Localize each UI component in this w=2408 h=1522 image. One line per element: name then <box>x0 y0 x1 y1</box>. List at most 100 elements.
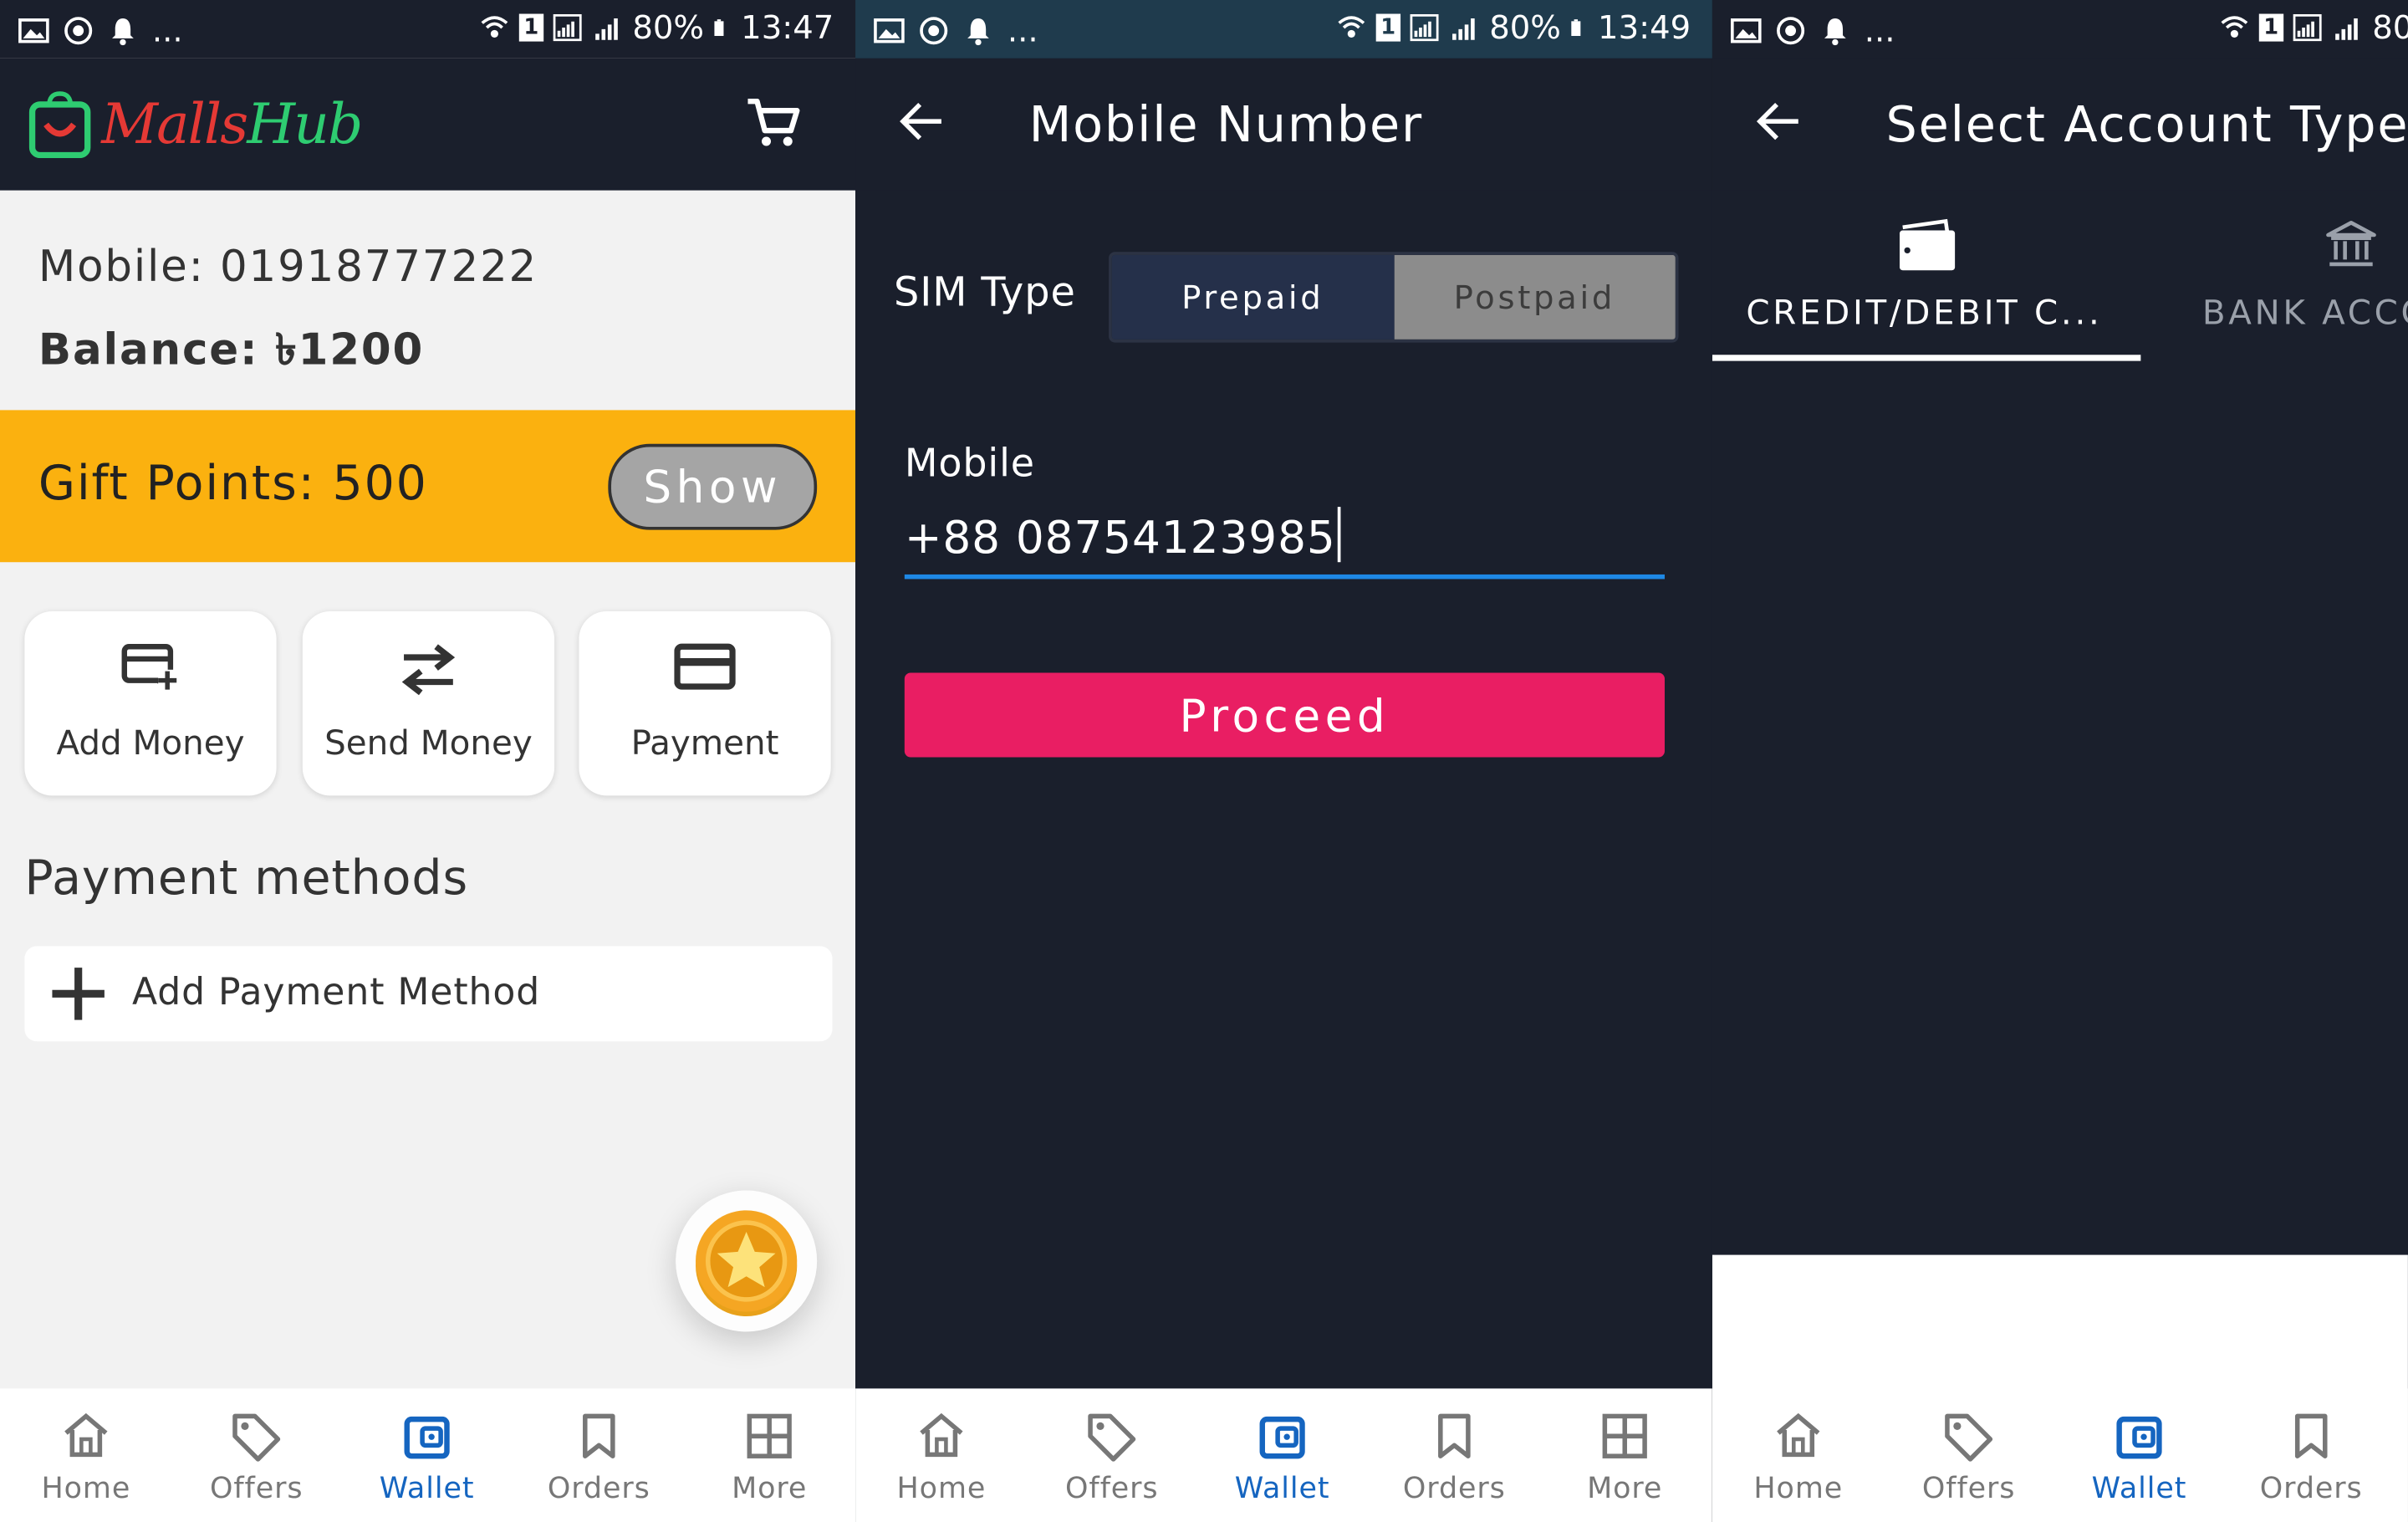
battery-icon <box>1572 19 1582 36</box>
nav-offers-label: Offers <box>209 1471 304 1505</box>
gift-points-value: 500 <box>332 456 428 512</box>
gift-points-label: Gift Points: <box>38 456 316 512</box>
home-icon <box>64 1412 108 1458</box>
app-bar: Mobile Number <box>855 58 1712 191</box>
tag-icon <box>1945 1413 1993 1462</box>
balance-value: ৳1200 <box>275 324 425 375</box>
home-icon <box>1777 1412 1820 1458</box>
tag-icon <box>232 1413 281 1462</box>
sync-notification-icon <box>920 17 948 45</box>
nav-wallet-label: Wallet <box>379 1471 475 1505</box>
sim-indicator: 1 <box>2258 13 2283 42</box>
bell-notification-icon <box>1824 18 1846 46</box>
nav-home[interactable]: Home <box>0 1388 172 1522</box>
select-account-type-screen: ... 1 80 Select Account Type CREDIT/DEBI… <box>1712 0 2408 1522</box>
mobile-value: 01918777222 <box>219 241 538 292</box>
tab-bank-account[interactable]: BANK ACCO <box>2140 191 2408 360</box>
sim-indicator: 1 <box>518 13 543 42</box>
balance-line: Balance: ৳1200 <box>38 316 424 388</box>
nav-orders[interactable]: Orders <box>1368 1388 1540 1522</box>
add-payment-method-button[interactable]: Add Payment Method <box>24 946 833 1042</box>
bell-notification-icon <box>112 18 134 46</box>
text-caret <box>1337 507 1341 563</box>
send-money-label: Send Money <box>324 724 533 764</box>
signal-bars-icon <box>2334 18 2358 40</box>
nav-more[interactable]: More <box>683 1388 855 1522</box>
nav-more-label: More <box>1587 1471 1663 1505</box>
wifi-calling-icon <box>1338 16 1365 38</box>
prepaid-option[interactable]: Prepaid <box>1111 254 1394 340</box>
grid-icon <box>747 1413 792 1458</box>
nav-more-label: More <box>732 1471 808 1505</box>
mobile-label: Mobile: <box>38 241 205 292</box>
sim-indicator: 1 <box>1375 13 1400 42</box>
nav-wallet[interactable]: Wallet <box>2053 1388 2226 1522</box>
battery-percent: 80% <box>1489 9 1561 47</box>
nav-orders[interactable]: Orders <box>2225 1388 2397 1522</box>
wifi-calling-icon <box>2221 16 2248 38</box>
more-notifications: ... <box>151 12 183 49</box>
nav-wallet-label: Wallet <box>1234 1471 1330 1505</box>
more-notifications: ... <box>1007 12 1038 49</box>
more-notifications: ... <box>1864 12 1895 49</box>
clock: 13:47 <box>741 9 834 47</box>
swap-arrows-icon <box>401 644 456 696</box>
tab-credit-debit-card[interactable]: CREDIT/DEBIT C... <box>1712 191 2140 360</box>
page-title: Mobile Number <box>1028 94 1424 154</box>
grid-icon <box>1602 1413 1647 1458</box>
bell-notification-icon <box>967 18 989 46</box>
nav-home-label: Home <box>41 1471 131 1505</box>
sim-type-label: SIM Type <box>893 270 1076 317</box>
gallery-notification-icon <box>1730 18 1762 43</box>
status-bar: ... 1 80% 13:49 <box>855 0 1712 59</box>
plus-icon <box>52 968 105 1020</box>
payment-methods-title: Payment methods <box>24 850 469 907</box>
nav-offers[interactable]: Offers <box>1883 1388 2055 1522</box>
postpaid-option[interactable]: Postpaid <box>1393 254 1676 340</box>
nav-home[interactable]: Home <box>1712 1388 1885 1522</box>
mobile-input[interactable]: +88 08754123985 <box>904 507 1665 580</box>
tab-credit-debit-label: CREDIT/DEBIT C... <box>1746 294 2103 334</box>
nav-more[interactable]: More <box>1538 1388 1711 1522</box>
signal-bars-icon <box>594 18 618 40</box>
add-payment-method-label: Add Payment Method <box>131 970 541 1014</box>
tab-bank-account-label: BANK ACCO <box>2201 294 2408 334</box>
nav-orders-label: Orders <box>1402 1471 1506 1505</box>
add-money-button[interactable]: Add Money <box>24 611 277 796</box>
show-button[interactable]: Show <box>608 443 818 530</box>
bank-icon <box>2326 221 2376 267</box>
nav-wallet[interactable]: Wallet <box>341 1388 513 1522</box>
payment-button[interactable]: Payment <box>579 611 831 796</box>
gift-points-banner: Gift Points: 500 Show <box>0 410 856 563</box>
payment-label: Payment <box>630 724 779 764</box>
nav-home-label: Home <box>896 1471 987 1505</box>
wallet-icon <box>1259 1416 1305 1459</box>
proceed-button[interactable]: Proceed <box>904 672 1665 758</box>
bottom-nav: Home Offers Wallet Orders <box>1712 1388 2408 1522</box>
nav-orders[interactable]: Orders <box>513 1388 685 1522</box>
cart-icon[interactable] <box>745 97 800 149</box>
sync-notification-icon <box>64 17 93 45</box>
nav-offers[interactable]: Offers <box>1026 1388 1198 1522</box>
tag-icon <box>1088 1413 1136 1462</box>
send-money-button[interactable]: Send Money <box>302 611 555 796</box>
nav-home[interactable]: Home <box>855 1388 1028 1522</box>
star-coin-icon[interactable] <box>692 1208 800 1318</box>
back-arrow-icon[interactable] <box>898 99 944 145</box>
mallshub-logo[interactable]: MallsHub <box>28 90 363 159</box>
mobile-input-value: +88 08754123985 <box>904 511 1336 564</box>
nav-offers[interactable]: Offers <box>171 1388 343 1522</box>
back-arrow-icon[interactable] <box>1755 99 1801 145</box>
selected-tab-indicator <box>1712 355 2141 361</box>
bottom-nav: Home Offers Wallet Orders More <box>0 1388 856 1522</box>
nav-wallet[interactable]: Wallet <box>1196 1388 1369 1522</box>
gallery-notification-icon <box>18 18 49 43</box>
wifi-calling-icon <box>481 16 508 38</box>
nav-offers-label: Offers <box>1064 1471 1159 1505</box>
status-bar: ... 1 80 <box>1712 0 2408 59</box>
signal-icon <box>553 13 582 42</box>
clock: 13:49 <box>1598 9 1691 47</box>
add-card-icon <box>121 644 177 692</box>
balance-label: Balance: <box>38 324 259 375</box>
nav-offers-label: Offers <box>1921 1471 2016 1505</box>
